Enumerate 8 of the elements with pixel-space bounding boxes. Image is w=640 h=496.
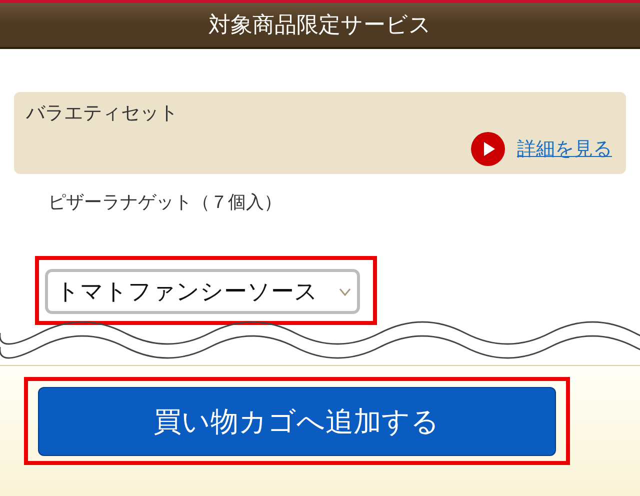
page-title: 対象商品限定サービス	[208, 12, 432, 40]
detail-link[interactable]: 詳細を見る	[517, 136, 612, 162]
chevron-down-icon	[339, 288, 351, 296]
play-icon[interactable]	[471, 132, 505, 166]
item-description: ピザーラナゲット（７個入）	[48, 191, 283, 214]
add-to-cart-button[interactable]: 買い物カゴへ追加する	[38, 387, 556, 456]
sauce-select[interactable]: トマトファンシーソース	[45, 269, 360, 314]
product-title: バラエティセット	[26, 101, 179, 126]
